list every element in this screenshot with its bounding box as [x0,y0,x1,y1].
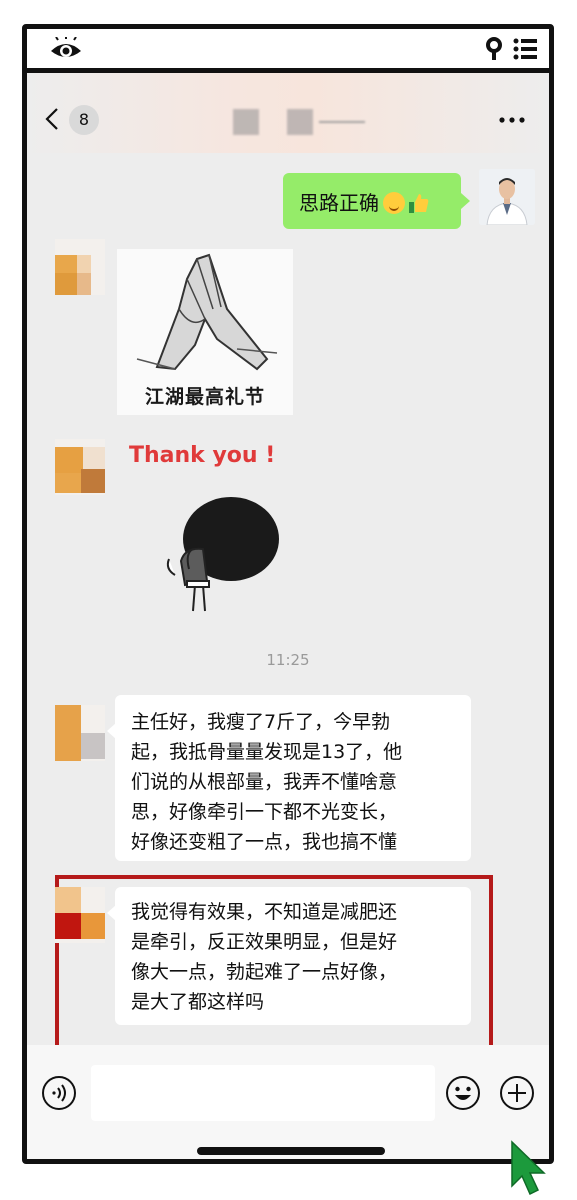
doctor-portrait-icon [479,169,535,225]
doctor-avatar[interactable] [479,169,535,225]
message-line: 是牵引，反正效果明显，但是好 [131,931,398,953]
contact-avatar[interactable] [55,439,105,495]
unread-badge[interactable]: 8 [69,105,99,135]
chat-header: 8 [27,73,549,153]
message-input[interactable] [91,1065,435,1121]
contact-avatar[interactable] [55,705,105,761]
sent-bubble-tail [461,193,470,209]
eye-icon[interactable] [49,37,83,61]
home-indicator[interactable] [197,1147,385,1155]
bowing-figure-sticker[interactable] [155,489,285,619]
plus-icon[interactable] [499,1075,535,1111]
message-line: 是大了都这样吗 [131,991,265,1013]
top-toolbar [27,29,549,73]
contact-name-blurred [287,109,313,135]
contact-avatar[interactable] [55,887,105,943]
emoji-icon[interactable] [445,1075,481,1111]
message-line: 主任好，我瘦了7斤了，今早勃 [131,711,391,733]
back-chevron-icon[interactable] [45,107,59,131]
message-line: 起，我抵骨量量发现是13了，他 [131,741,403,763]
search-icon[interactable] [485,37,505,61]
thumbs-up-emoji-icon [409,194,429,213]
more-icon[interactable] [499,117,525,123]
message-line: 像大一点，勃起难了一点好像， [131,961,398,983]
message-timestamp: 11:25 [266,651,310,669]
thankyou-sticker-text: Thank you ! [129,443,276,468]
sticker-image[interactable]: 江湖最高礼节 [117,249,293,415]
menu-icon[interactable] [513,38,537,60]
phone-frame: 8 思路正确 江湖最高礼节 Thank you ! 11:25 主任好，我瘦了7… [22,24,554,1164]
message-line: 们说的从根部量，我弄不懂啥意 [131,771,398,793]
message-line: 思，好像牵引一下都不光变长， [131,801,398,823]
sent-message-text: 思路正确 [299,191,379,215]
cursor-arrow-icon [511,1140,546,1196]
received-message-bubble[interactable]: 主任好，我瘦了7斤了，今早勃 起，我抵骨量量发现是13了，他 们说的从根部量，我… [115,695,471,861]
sent-message-bubble[interactable]: 思路正确 [283,173,461,229]
contact-name-blurred [233,109,259,135]
received-message-bubble[interactable]: 我觉得有效果，不知道是减肥还 是牵引，反正效果明显，但是好 像大一点，勃起难了一… [115,887,471,1025]
contact-avatar[interactable] [55,239,105,295]
hands-salute-icon [136,253,278,371]
message-line: 我觉得有效果，不知道是减肥还 [131,901,398,923]
sticker-caption: 江湖最高礼节 [144,386,265,408]
contact-name-blurred [319,121,365,123]
voice-icon[interactable] [41,1075,77,1111]
message-line: 好像还变粗了一点，我也搞不懂 [131,831,398,853]
thinking-emoji-icon [383,192,405,214]
